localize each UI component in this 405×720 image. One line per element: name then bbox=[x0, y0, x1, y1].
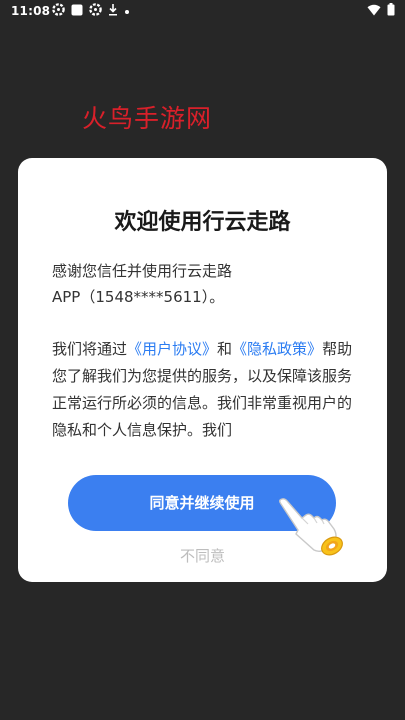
notification-icons bbox=[52, 3, 136, 19]
intro-line-1: 感谢您信任并使用行云走路 bbox=[52, 262, 233, 280]
dot-icon bbox=[124, 4, 130, 18]
intro-text: 感谢您信任并使用行云走路 APP（1548****5611）。 bbox=[52, 258, 354, 310]
user-agreement-link[interactable]: 《用户协议》 bbox=[127, 340, 217, 358]
body-prefix: 我们将通过 bbox=[52, 340, 128, 358]
watermark-text: 火鸟手游网 bbox=[82, 104, 213, 133]
intro-line-2: APP（1548****5611）。 bbox=[52, 288, 225, 306]
body-and: 和 bbox=[217, 340, 233, 358]
welcome-dialog: 欢迎使用行云走路 感谢您信任并使用行云走路 APP（1548****5611）。… bbox=[18, 158, 387, 582]
download-icon bbox=[108, 3, 118, 19]
pointing-hand-icon bbox=[279, 498, 343, 556]
wifi-icon bbox=[367, 4, 381, 19]
privacy-policy-link[interactable]: 《隐私政策》 bbox=[232, 340, 322, 358]
system-icons bbox=[367, 3, 395, 19]
settings-gear-icon bbox=[89, 3, 102, 19]
dialog-title: 欢迎使用行云走路 bbox=[114, 210, 291, 235]
battery-icon bbox=[387, 3, 395, 19]
settings-gear-icon bbox=[52, 3, 65, 19]
status-bar: 11:08 bbox=[0, 0, 405, 22]
app-square-icon bbox=[71, 4, 83, 19]
status-time: 11:08 bbox=[11, 4, 51, 18]
privacy-body-text: 我们将通过《用户协议》和《隐私政策》帮助您了解我们为您提供的服务，以及保障该服务… bbox=[52, 336, 354, 456]
